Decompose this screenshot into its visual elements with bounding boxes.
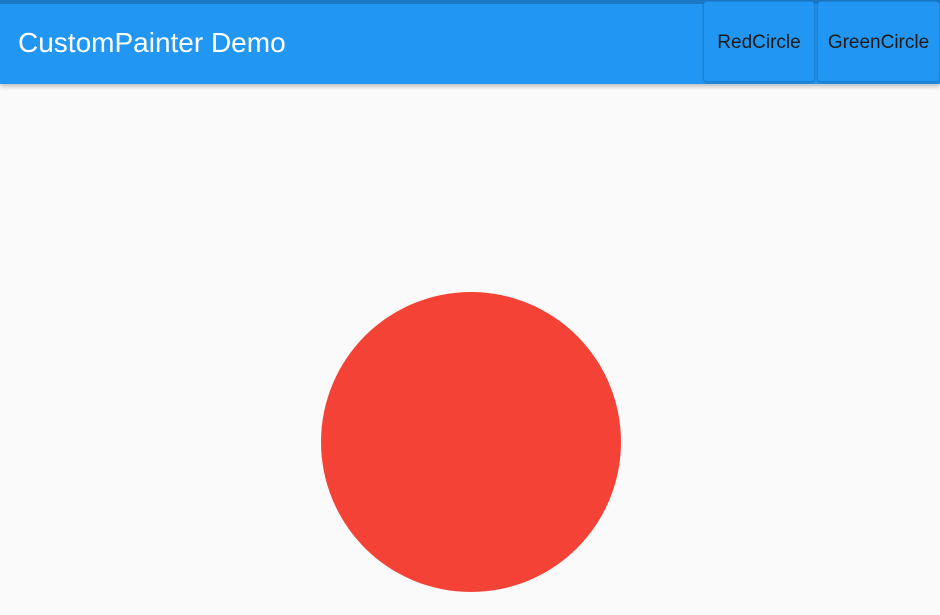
red-circle-button[interactable]: RedCircle	[703, 1, 815, 82]
app-window: CustomPainter Demo RedCircle GreenCircle	[0, 0, 940, 615]
page-title: CustomPainter Demo	[18, 27, 286, 58]
green-circle-button[interactable]: GreenCircle	[817, 1, 940, 82]
painted-circle	[321, 292, 621, 592]
custom-paint-canvas	[0, 84, 940, 615]
app-bar: CustomPainter Demo RedCircle GreenCircle	[0, 0, 940, 84]
